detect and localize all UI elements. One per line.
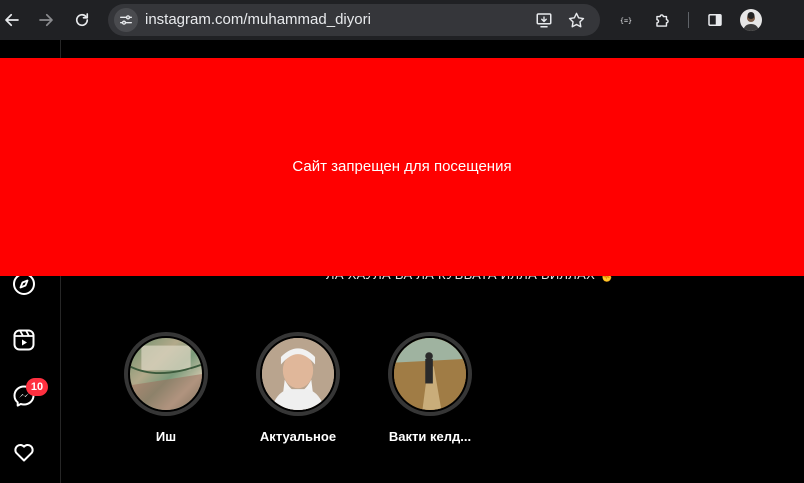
url-text[interactable]: instagram.com/muhammad_diyori: [145, 11, 371, 28]
side-panel-icon[interactable]: [703, 8, 727, 32]
highlight-item[interactable]: [124, 332, 208, 416]
heart-icon[interactable]: [12, 440, 36, 464]
highlight-item[interactable]: [256, 332, 340, 416]
highlight-item[interactable]: [388, 332, 472, 416]
highlight-cover: [392, 336, 468, 412]
install-app-icon[interactable]: [534, 10, 554, 30]
toolbar-divider: [688, 12, 689, 28]
back-arrow-icon[interactable]: [0, 8, 24, 32]
blocked-message: Сайт запрещен для посещения: [292, 158, 512, 175]
highlight-label: Актуальное: [259, 429, 337, 444]
bookmark-star-icon[interactable]: [566, 10, 586, 30]
extension-json-icon[interactable]: {=}: [614, 8, 638, 32]
site-settings-icon[interactable]: [114, 8, 138, 32]
browser-toolbar: instagram.com/muhammad_diyori {=}: [0, 0, 804, 40]
profile-avatar[interactable]: [740, 9, 762, 31]
blocked-site-overlay: Сайт запрещен для посещения: [0, 58, 804, 276]
extensions-puzzle-icon[interactable]: [650, 8, 674, 32]
highlight-cover: [260, 336, 336, 412]
forward-arrow-icon[interactable]: [34, 8, 58, 32]
reels-icon[interactable]: [12, 328, 36, 352]
messages-badge: 10: [26, 378, 48, 396]
address-bar[interactable]: instagram.com/muhammad_diyori: [108, 4, 600, 36]
highlight-cover: [128, 336, 204, 412]
highlight-label: Иш: [155, 429, 177, 444]
reload-icon[interactable]: [70, 8, 94, 32]
highlight-label: Вакти келд...: [388, 429, 472, 444]
page-header-strip: [0, 40, 804, 58]
svg-text:{=}: {=}: [620, 17, 632, 25]
